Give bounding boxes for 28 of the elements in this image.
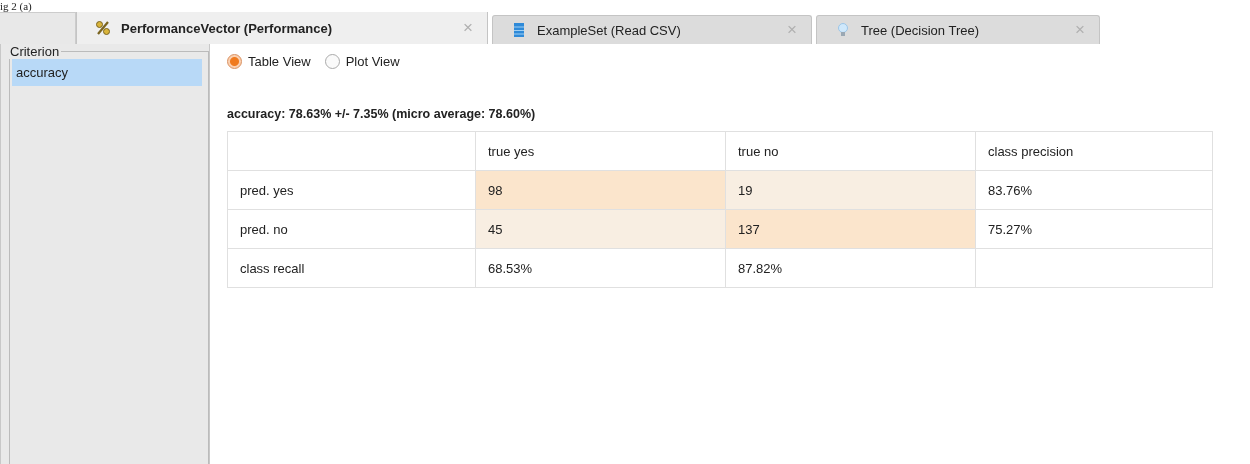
percent-icon	[95, 20, 111, 36]
criterion-title: Criterion	[9, 44, 61, 59]
table-cell: 87.82%	[725, 248, 976, 288]
tab[interactable]: PerformanceVector (Performance) ×	[76, 12, 488, 44]
table-icon	[511, 22, 527, 38]
row-header: class recall	[227, 248, 476, 288]
radio-label[interactable]: Plot View	[345, 54, 400, 69]
radio-label[interactable]: Table View	[248, 54, 311, 69]
table-cell: 19	[725, 170, 976, 210]
row-header: pred. yes	[227, 170, 476, 210]
tab[interactable]: ExampleSet (Read CSV) ×	[492, 15, 812, 44]
row-header: pred. no	[227, 209, 476, 249]
figure-caption: ig 2 (a)	[0, 0, 33, 12]
table-cell: 45	[475, 209, 726, 249]
table-cell: 83.76%	[975, 170, 1213, 210]
accuracy-summary: accuracy: 78.63% +/- 7.35% (micro average: 78.60%)	[227, 107, 537, 121]
table-cell: 98	[475, 170, 726, 210]
column-header: true yes	[475, 131, 726, 171]
column-header: class precision	[975, 131, 1213, 171]
radio-button[interactable]	[324, 54, 340, 69]
criterion-item[interactable]: accuracy	[12, 59, 202, 86]
table-cell: 137	[725, 209, 976, 249]
radio-button[interactable]	[227, 54, 242, 69]
table-cell: 75.27%	[975, 209, 1213, 249]
tab[interactable]: Tree (Decision Tree) ×	[816, 15, 1100, 44]
column-header: true no	[725, 131, 976, 171]
lightbulb-icon	[835, 22, 851, 38]
table-cell: 68.53%	[475, 248, 726, 288]
